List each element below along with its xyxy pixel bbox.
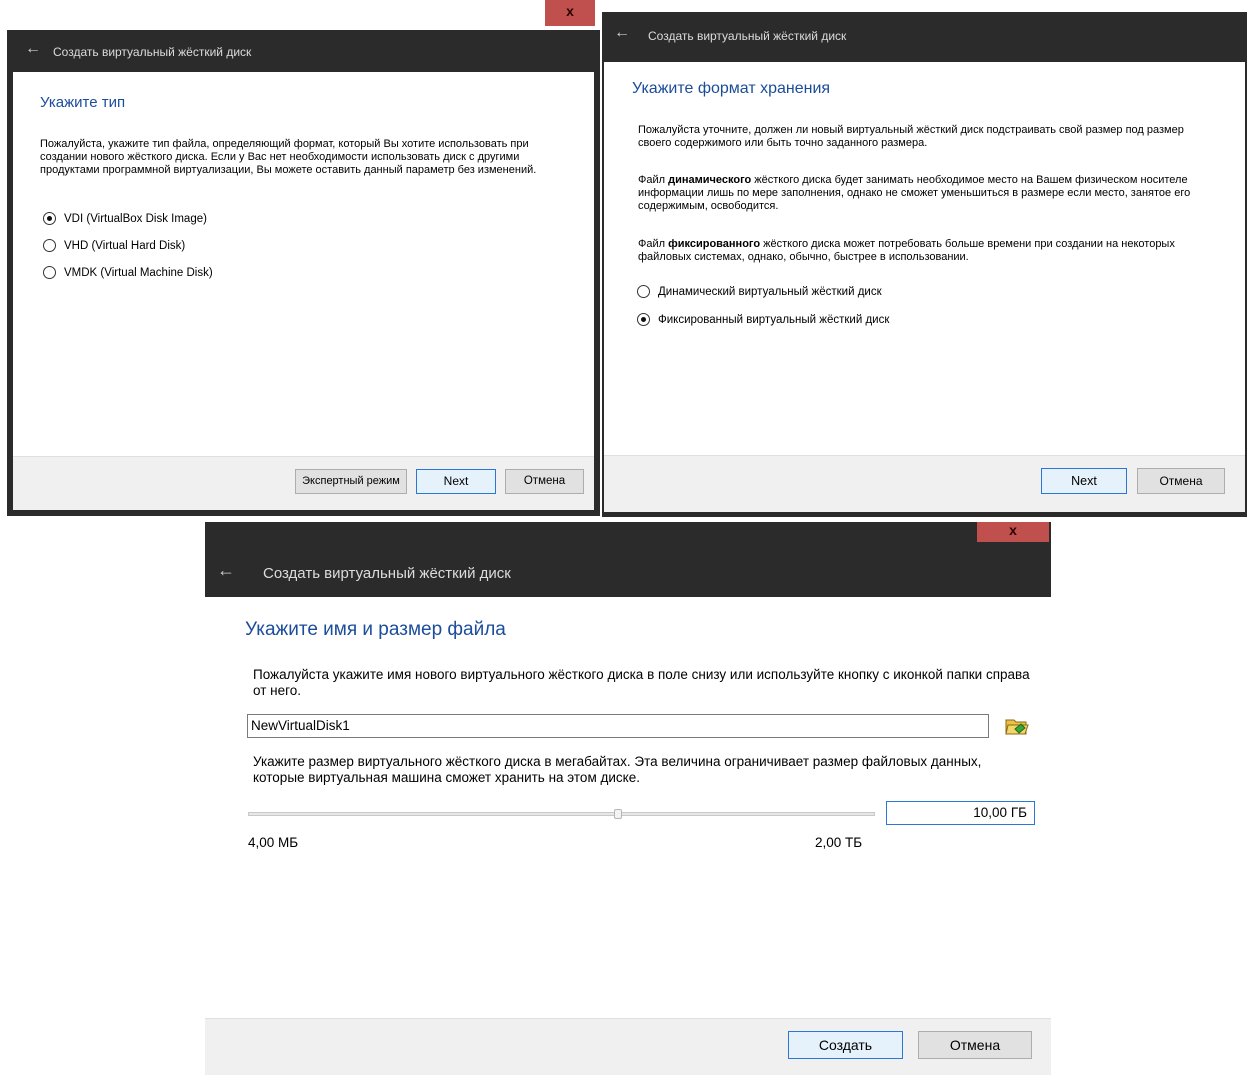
back-arrow-icon[interactable]: ← bbox=[25, 40, 41, 58]
radio-indicator[interactable] bbox=[43, 266, 56, 279]
cancel-button[interactable]: Отмена bbox=[505, 469, 584, 494]
size-slider[interactable] bbox=[248, 809, 875, 819]
radio-dynamic[interactable]: Динамический виртуальный жёсткий диск bbox=[637, 285, 882, 298]
text-prefix: Файл bbox=[638, 174, 669, 186]
intro-text: Пожалуйста уточните, должен ли новый вир… bbox=[638, 124, 1184, 149]
radio-vdi[interactable]: VDI (VirtualBox Disk Image) bbox=[43, 212, 207, 225]
name-prompt: Пожалуйста укажите имя нового виртуально… bbox=[253, 667, 1030, 698]
slider-track bbox=[248, 812, 875, 816]
radio-indicator[interactable] bbox=[637, 313, 650, 326]
window-title: Создать виртуальный жёсткий диск bbox=[263, 565, 511, 582]
window-title: Создать виртуальный жёсткий диск bbox=[648, 29, 847, 43]
close-button[interactable]: x bbox=[545, 0, 595, 26]
dialog-name-size: ← Создать виртуальный жёсткий диск x Ука… bbox=[205, 522, 1051, 1075]
radio-label: Фиксированный виртуальный жёсткий диск bbox=[658, 313, 890, 326]
fixed-term: фиксированного bbox=[668, 238, 761, 250]
radio-label: VHD (Virtual Hard Disk) bbox=[64, 239, 186, 252]
title-bar: ← Создать виртуальный жёсткий диск bbox=[205, 522, 1051, 597]
button-bar: Next Отмена bbox=[604, 455, 1245, 512]
disk-name-input[interactable]: NewVirtualDisk1 bbox=[247, 714, 989, 738]
slider-max-label: 2,00 ТБ bbox=[815, 835, 863, 850]
slider-thumb[interactable] bbox=[613, 809, 622, 819]
button-bar: Экспертный режим Next Отмена bbox=[13, 456, 594, 510]
dialog-storage-format: ← Создать виртуальный жёсткий диск Укажи… bbox=[602, 12, 1247, 517]
back-arrow-icon[interactable]: ← bbox=[217, 560, 235, 581]
cancel-button[interactable]: Отмена bbox=[1137, 468, 1225, 494]
page-title: Укажите формат хранения bbox=[632, 80, 831, 97]
button-bar: Создать Отмена bbox=[205, 1018, 1051, 1075]
dynamic-description: Файл динамического жёсткого диска будет … bbox=[638, 174, 1223, 213]
dialog-body: Укажите имя и размер файла Пожалуйста ук… bbox=[205, 597, 1051, 1075]
radio-indicator[interactable] bbox=[43, 239, 56, 252]
text-prefix: Файл bbox=[638, 238, 669, 250]
close-button[interactable]: x bbox=[977, 522, 1049, 542]
dynamic-term: динамического bbox=[668, 174, 752, 186]
size-prompt: Укажите размер виртуального жёсткого дис… bbox=[253, 754, 982, 785]
window-title: Создать виртуальный жёсткий диск bbox=[53, 45, 252, 59]
page-title: Укажите тип bbox=[40, 94, 126, 111]
dialog-body: Укажите тип Пожалуйста, укажите тип файл… bbox=[13, 72, 594, 510]
dialog-disk-type: ← Создать виртуальный жёсткий диск x Ука… bbox=[7, 0, 600, 516]
radio-fixed[interactable]: Фиксированный виртуальный жёсткий диск bbox=[637, 313, 889, 326]
dialog-body: Укажите формат хранения Пожалуйста уточн… bbox=[604, 62, 1245, 512]
title-bar: ← Создать виртуальный жёсткий диск bbox=[602, 12, 1247, 62]
next-button[interactable]: Next bbox=[1041, 468, 1127, 494]
page-title: Укажите имя и размер файла bbox=[245, 619, 506, 640]
radio-label: VDI (VirtualBox Disk Image) bbox=[64, 212, 207, 225]
next-button[interactable]: Next bbox=[416, 469, 496, 494]
create-button[interactable]: Создать bbox=[788, 1031, 903, 1059]
radio-vmdk[interactable]: VMDK (Virtual Machine Disk) bbox=[43, 266, 213, 279]
radio-indicator[interactable] bbox=[43, 212, 56, 225]
fixed-description: Файл фиксированного жёсткого диска может… bbox=[638, 238, 1228, 264]
description-text: Пожалуйста, укажите тип файла, определяю… bbox=[40, 138, 537, 176]
radio-indicator[interactable] bbox=[637, 285, 650, 298]
expert-mode-button[interactable]: Экспертный режим bbox=[295, 469, 407, 494]
radio-vhd[interactable]: VHD (Virtual Hard Disk) bbox=[43, 239, 185, 252]
radio-label: VMDK (Virtual Machine Disk) bbox=[64, 266, 213, 279]
folder-icon[interactable] bbox=[1003, 715, 1031, 737]
slider-min-label: 4,00 МБ bbox=[248, 835, 299, 850]
size-input[interactable]: 10,00 ГБ bbox=[886, 801, 1035, 825]
title-bar: ← Создать виртуальный жёсткий диск bbox=[7, 30, 600, 72]
back-arrow-icon[interactable]: ← bbox=[614, 24, 630, 42]
radio-label: Динамический виртуальный жёсткий диск bbox=[658, 285, 882, 298]
cancel-button[interactable]: Отмена bbox=[918, 1031, 1032, 1059]
